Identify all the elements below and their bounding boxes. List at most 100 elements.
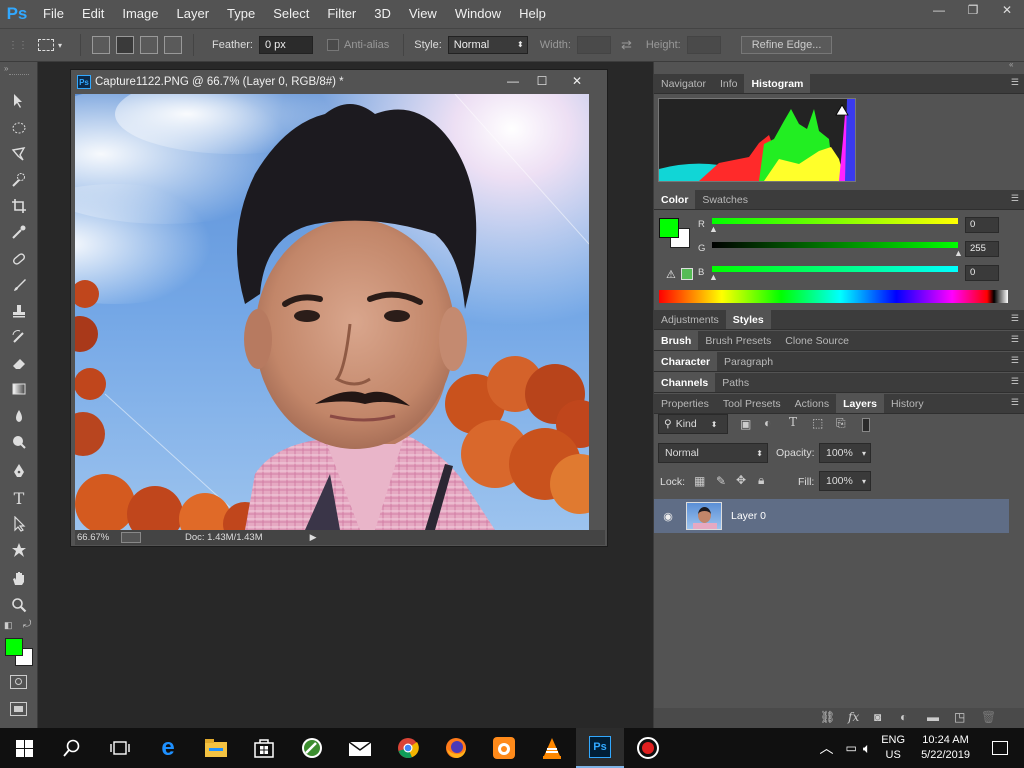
dodge-tool-icon[interactable] — [8, 431, 30, 453]
panel-menu-icon[interactable]: ☰ — [1011, 376, 1019, 387]
minimize-button[interactable]: — — [922, 0, 956, 20]
b-value[interactable]: 0 — [965, 265, 999, 281]
volume-icon[interactable]: 🔈︎ — [863, 740, 871, 757]
tab-navigator[interactable]: Navigator — [654, 74, 713, 93]
feather-input[interactable]: 0 px — [258, 36, 313, 54]
r-value[interactable]: 0 — [965, 217, 999, 233]
b-slider-handle[interactable]: ▲ — [709, 272, 718, 282]
restore-button[interactable]: ❐ — [956, 0, 990, 20]
elliptical-marquee-icon[interactable] — [8, 117, 30, 139]
intersect-selection-button[interactable] — [164, 36, 183, 54]
store-icon[interactable] — [240, 728, 288, 768]
color-spectrum-ramp[interactable] — [659, 290, 1008, 303]
menu-filter[interactable]: Filter — [318, 0, 365, 28]
filter-type-icon[interactable]: T — [789, 415, 797, 429]
tab-channels[interactable]: Channels — [654, 373, 716, 392]
g-slider-handle[interactable]: ▲ — [954, 248, 963, 258]
layer-row[interactable]: ◉ Layer 0 — [654, 499, 1009, 533]
brush-tool-icon[interactable] — [8, 274, 30, 296]
tab-adjustments[interactable]: Adjustments — [654, 310, 726, 329]
dropdown-arrow-icon[interactable]: ▾ — [58, 41, 62, 50]
record-icon[interactable] — [624, 728, 672, 768]
action-center-icon[interactable] — [992, 741, 1008, 755]
width-input[interactable] — [576, 36, 611, 54]
filter-shape-icon[interactable]: ⬚ — [812, 416, 823, 430]
lasso-tool-icon[interactable] — [8, 143, 30, 165]
zoom-level[interactable]: 66.67% — [77, 532, 121, 543]
new-selection-button[interactable] — [92, 36, 111, 54]
tab-paths[interactable]: Paths — [715, 373, 756, 392]
panel-menu-icon[interactable]: ☰ — [1011, 193, 1019, 204]
crop-tool-icon[interactable] — [8, 195, 30, 217]
b-slider[interactable] — [712, 266, 958, 272]
antialias-checkbox[interactable] — [326, 39, 339, 51]
quick-mask-icon[interactable] — [10, 675, 27, 689]
panel-menu-icon[interactable]: ☰ — [1011, 397, 1019, 408]
gamut-swatch[interactable] — [681, 268, 693, 280]
foreground-color-swatch[interactable] — [5, 638, 23, 656]
filter-pixel-icon[interactable]: ▣ — [740, 417, 751, 431]
refine-edge-button[interactable]: Refine Edge... — [740, 36, 833, 54]
tab-clone-source[interactable]: Clone Source — [778, 331, 856, 350]
zoom-tool-icon[interactable] — [8, 594, 30, 616]
panel-menu-icon[interactable]: ☰ — [1011, 313, 1019, 324]
lock-transparent-icon[interactable]: ▦ — [694, 474, 705, 488]
chrome-icon[interactable] — [384, 728, 432, 768]
tab-info[interactable]: Info — [713, 74, 745, 93]
g-slider[interactable] — [712, 242, 958, 248]
style-select[interactable]: Normal ⬍ — [447, 36, 528, 54]
status-preview-icon[interactable] — [121, 532, 141, 543]
file-explorer-icon[interactable] — [192, 728, 240, 768]
blend-mode-select[interactable]: Normal ⬍ — [658, 443, 768, 463]
clock[interactable]: 10:24 AM 5/22/2019 — [921, 733, 970, 763]
tab-paragraph[interactable]: Paragraph — [717, 352, 780, 371]
r-slider-handle[interactable]: ▲ — [709, 224, 718, 234]
tab-layers[interactable]: Layers — [836, 394, 884, 413]
tab-color[interactable]: Color — [654, 190, 696, 209]
image-canvas[interactable] — [75, 94, 589, 530]
swap-icon[interactable]: ⇄ — [621, 37, 632, 53]
menu-type[interactable]: Type — [218, 0, 264, 28]
show-hidden-icons-icon[interactable]: ︿ — [819, 738, 833, 758]
close-button[interactable]: ✕ — [990, 0, 1024, 20]
filter-kind-select[interactable]: ⚲ Kind ⬍ — [658, 414, 728, 434]
tab-brush[interactable]: Brush — [654, 331, 699, 350]
lock-pixels-icon[interactable]: ✎ — [716, 474, 726, 488]
vlc-icon[interactable] — [528, 728, 576, 768]
lock-all-icon[interactable]: 🔒︎ — [758, 473, 764, 488]
menu-edit[interactable]: Edit — [73, 0, 113, 28]
swap-colors-icon[interactable]: ⤾ — [23, 619, 31, 630]
clone-stamp-icon[interactable] — [8, 300, 30, 322]
windows-start-icon[interactable] — [0, 728, 48, 768]
custom-shape-icon[interactable] — [8, 539, 30, 561]
add-selection-button[interactable] — [116, 36, 135, 54]
opacity-input[interactable]: 100% ▾ — [819, 443, 871, 463]
pen-tool-icon[interactable] — [8, 460, 30, 482]
menu-file[interactable]: File — [34, 0, 73, 28]
path-selection-icon[interactable] — [8, 513, 30, 535]
menu-help[interactable]: Help — [510, 0, 555, 28]
menu-layer[interactable]: Layer — [168, 0, 219, 28]
eyedropper-icon[interactable] — [8, 221, 30, 243]
doc-restore-button[interactable]: ☐ — [527, 72, 557, 90]
quick-selection-icon[interactable] — [8, 169, 30, 191]
tab-styles[interactable]: Styles — [725, 310, 771, 329]
new-adjustment-icon[interactable]: ◐ — [900, 710, 907, 724]
filter-toggle[interactable] — [862, 418, 870, 432]
collapse-panels-icon[interactable]: « — [1009, 60, 1013, 69]
tab-history[interactable]: History — [884, 394, 931, 413]
mail-icon[interactable] — [336, 728, 384, 768]
document-title-bar[interactable]: Ps Capture1122.PNG @ 66.7% (Layer 0, RGB… — [71, 70, 607, 94]
subtract-selection-button[interactable] — [140, 36, 159, 54]
screen-mode-icon[interactable] — [10, 702, 27, 716]
eraser-icon[interactable] — [8, 352, 30, 374]
tab-character[interactable]: Character — [654, 352, 718, 371]
layer-name[interactable]: Layer 0 — [731, 510, 766, 522]
layer-thumbnail[interactable] — [686, 502, 722, 530]
new-group-icon[interactable]: ▬ — [927, 710, 939, 724]
tab-properties[interactable]: Properties — [654, 394, 716, 413]
hand-tool-icon[interactable] — [8, 568, 30, 590]
filter-smart-object-icon[interactable]: ⎘ — [836, 416, 846, 431]
task-view-icon[interactable] — [96, 728, 144, 768]
collapse-icon[interactable]: » — [4, 64, 8, 73]
